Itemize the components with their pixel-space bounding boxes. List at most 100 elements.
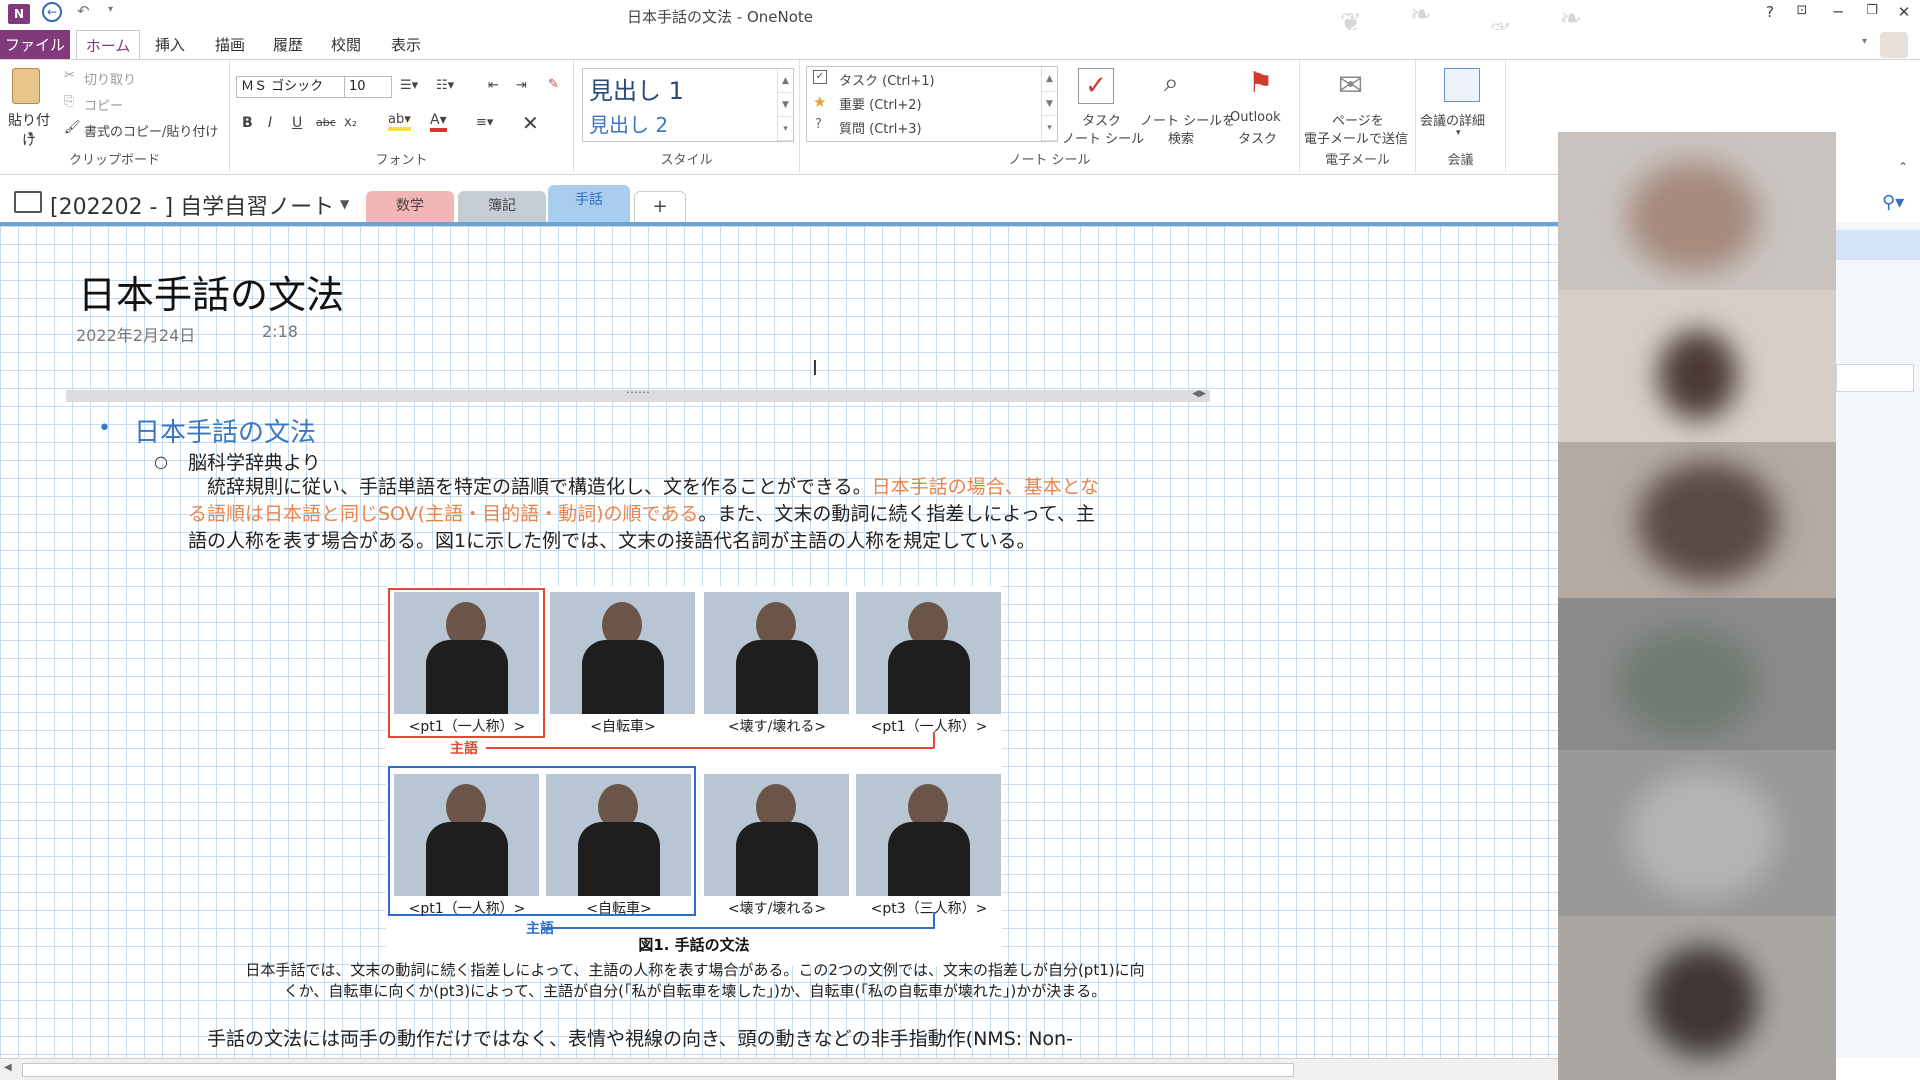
font-family-select[interactable]: ＭＳ ゴシック bbox=[236, 76, 348, 98]
subject-arrow-blue-stem bbox=[933, 912, 935, 928]
add-section-button[interactable]: + bbox=[634, 191, 686, 222]
copy-button[interactable]: コピー bbox=[84, 95, 123, 114]
task-tag-button-line2[interactable]: ノート シール bbox=[1062, 128, 1144, 147]
paste-dropdown-icon[interactable]: ▾ bbox=[28, 130, 33, 140]
menu-bar: ファイル ホーム 挿入 描画 履歴 校閲 表示 ▾ bbox=[0, 30, 1920, 60]
scrollbar-thumb[interactable] bbox=[22, 1063, 1294, 1077]
format-painter-icon: 🖌 bbox=[64, 120, 81, 135]
styles-group-label: スタイル bbox=[660, 153, 713, 168]
note-container-handle[interactable]: ⋯⋯ ◀▶ bbox=[66, 385, 1210, 402]
restore-button[interactable]: ❐ bbox=[1860, 3, 1884, 18]
section-tab-math[interactable]: 数学 bbox=[366, 191, 454, 222]
figure-caption-line1[interactable]: 日本手話では、文末の動詞に続く指差しによって、主語の人称を表す場合がある。この2… bbox=[190, 960, 1200, 981]
sub-bullet-icon: ○ bbox=[154, 452, 168, 471]
format-painter-button[interactable]: 書式のコピー/貼り付け bbox=[84, 121, 218, 140]
page-list-input[interactable] bbox=[1836, 364, 1914, 392]
subscript-button[interactable]: x₂ bbox=[344, 115, 357, 130]
notebook-book-icon[interactable] bbox=[14, 191, 42, 213]
task-tag-icon[interactable]: ✓ bbox=[1078, 68, 1114, 104]
minimize-button[interactable]: ─ bbox=[1826, 3, 1850, 21]
align-icon[interactable]: ≡▾ bbox=[476, 115, 493, 130]
close-button[interactable]: ✕ bbox=[1892, 3, 1916, 21]
resize-arrows-icon[interactable]: ◀▶ bbox=[1192, 389, 1206, 399]
paragraph-2[interactable]: 手話の文法には両手の動作だけではなく、表情や視線の向き、頭の動きなどの非手指動作… bbox=[188, 1026, 1198, 1053]
subject-arrow-red bbox=[486, 747, 934, 749]
meeting-details-button[interactable]: 会議の詳細 bbox=[1420, 110, 1485, 129]
find-tags-icon[interactable]: ⌕ bbox=[1164, 68, 1179, 99]
collapse-ribbon-icon[interactable]: ⌃ bbox=[1898, 160, 1908, 174]
tab-draw[interactable]: 描画 bbox=[206, 30, 254, 60]
video-participant-tile bbox=[1558, 442, 1836, 598]
user-avatar[interactable] bbox=[1880, 32, 1908, 58]
sign-caption: <pt3（三人称）> bbox=[870, 901, 988, 917]
tag-item-question[interactable]: 質問 (Ctrl+3) bbox=[839, 118, 922, 137]
horizontal-scrollbar[interactable]: ◀ bbox=[0, 1058, 1558, 1080]
sign-photo bbox=[856, 774, 1001, 896]
find-tags-button-line2[interactable]: 検索 bbox=[1168, 128, 1194, 147]
email-envelope-icon[interactable]: ✉ bbox=[1338, 68, 1363, 103]
font-color-icon[interactable]: A▾ bbox=[430, 112, 447, 132]
file-tab[interactable]: ファイル bbox=[0, 30, 70, 60]
heading1-style[interactable]: 見出し 1 bbox=[589, 71, 684, 106]
section-tab-bookkeeping[interactable]: 簿記 bbox=[458, 191, 546, 222]
search-icon[interactable]: ⚲▾ bbox=[1882, 192, 1904, 213]
outlook-tasks-button[interactable]: Outlook bbox=[1230, 110, 1281, 125]
page-title[interactable]: 日本手話の文法 bbox=[78, 264, 344, 319]
figure-caption-line2[interactable]: くか、自転車に向くか(pt3)によって、主語が自分(「私が自転車を壊した」)か、… bbox=[190, 981, 1200, 1002]
page-canvas[interactable]: 日本手話の文法 2022年2月24日 2:18 I ⋯⋯ ◀▶ • 日本手話の文… bbox=[0, 222, 1558, 1058]
section-tab-sign-language[interactable]: 手話 bbox=[548, 185, 630, 222]
task-tag-button[interactable]: タスク bbox=[1082, 110, 1121, 129]
notebook-name[interactable]: [202202 - ] 自学自習ノート bbox=[50, 189, 334, 221]
meeting-details-icon[interactable] bbox=[1444, 68, 1480, 102]
styles-scroll[interactable]: ▲ ▼ ▾ bbox=[777, 69, 793, 141]
sign-photo bbox=[856, 592, 1001, 714]
tab-home[interactable]: ホーム bbox=[76, 30, 140, 60]
outlook-tasks-button-line2[interactable]: タスク bbox=[1238, 128, 1277, 147]
find-tags-button[interactable]: ノート シールを bbox=[1140, 110, 1235, 129]
task-tag-checkbox-icon: ✓ bbox=[813, 70, 827, 84]
bullets-icon[interactable]: ☰▾ bbox=[400, 78, 418, 93]
paste-icon[interactable] bbox=[12, 68, 40, 104]
star-icon: ★ bbox=[813, 93, 827, 111]
outline-heading[interactable]: 日本手話の文法 bbox=[134, 412, 316, 449]
tag-item-task[interactable]: タスク (Ctrl+1) bbox=[839, 70, 935, 89]
ribbon-display-icon[interactable]: ⊡ bbox=[1790, 3, 1814, 18]
tab-history[interactable]: 履歴 bbox=[264, 30, 312, 60]
bold-button[interactable]: B bbox=[242, 115, 253, 131]
cut-button[interactable]: 切り取り bbox=[84, 69, 136, 88]
highlight-icon[interactable]: ab▾ bbox=[388, 112, 411, 131]
page-list-selected-item[interactable] bbox=[1836, 230, 1920, 260]
tag-item-important[interactable]: 重要 (Ctrl+2) bbox=[839, 94, 922, 113]
source-text[interactable]: 脳科学辞典より bbox=[188, 448, 321, 475]
tab-view[interactable]: 表示 bbox=[382, 30, 430, 60]
outlook-flag-icon[interactable]: ⚑ bbox=[1248, 66, 1273, 99]
outdent-icon[interactable]: ⇤ bbox=[488, 78, 499, 93]
help-button[interactable]: ? bbox=[1758, 3, 1782, 21]
page-list-panel: ⚲▾ bbox=[1836, 192, 1920, 1058]
indent-icon[interactable]: ⇥ bbox=[516, 78, 527, 93]
italic-button[interactable]: I bbox=[268, 115, 272, 131]
paragraph-1[interactable]: 統辞規則に従い、手話単語を特定の語順で構造化し、文を作ることができる。日本手話の… bbox=[188, 474, 1198, 555]
email-group: ✉ ページを 電子メールで送信 電子メール bbox=[1300, 60, 1416, 172]
clear-format-icon[interactable]: ✎ bbox=[548, 77, 559, 92]
tags-scroll[interactable]: ▲ ▼ ▾ bbox=[1041, 67, 1057, 141]
email-page-button-line2[interactable]: 電子メールで送信 bbox=[1304, 128, 1408, 147]
email-page-button[interactable]: ページを bbox=[1332, 110, 1384, 129]
video-participant-tile bbox=[1558, 290, 1836, 442]
notebook-dropdown-icon[interactable]: ▼ bbox=[340, 197, 349, 211]
numbering-icon[interactable]: ☷▾ bbox=[436, 78, 454, 93]
subject-arrow-blue bbox=[542, 927, 935, 929]
sign-language-figure[interactable]: <pt1（一人称）> <自転車> <壊す/壊れる> <pt1（一人称）> 主語 … bbox=[386, 586, 1002, 966]
font-size-select[interactable]: 10 bbox=[344, 76, 392, 98]
strike-button[interactable]: abc bbox=[316, 116, 336, 129]
tab-insert[interactable]: 挿入 bbox=[146, 30, 194, 60]
para-line1-highlight: 日本手話の場合、基本とな bbox=[871, 476, 1100, 498]
delete-icon[interactable]: ✕ bbox=[522, 111, 539, 135]
account-dropdown-icon[interactable]: ▾ bbox=[1862, 36, 1867, 47]
underline-button[interactable]: U bbox=[292, 115, 302, 131]
meeting-details-dropdown-icon[interactable]: ▾ bbox=[1456, 128, 1461, 138]
tab-review[interactable]: 校閲 bbox=[322, 30, 370, 60]
heading2-style[interactable]: 見出し 2 bbox=[589, 109, 668, 138]
scroll-left-icon[interactable]: ◀ bbox=[4, 1062, 12, 1073]
drag-handle-icon[interactable]: ⋯⋯ bbox=[626, 385, 650, 399]
